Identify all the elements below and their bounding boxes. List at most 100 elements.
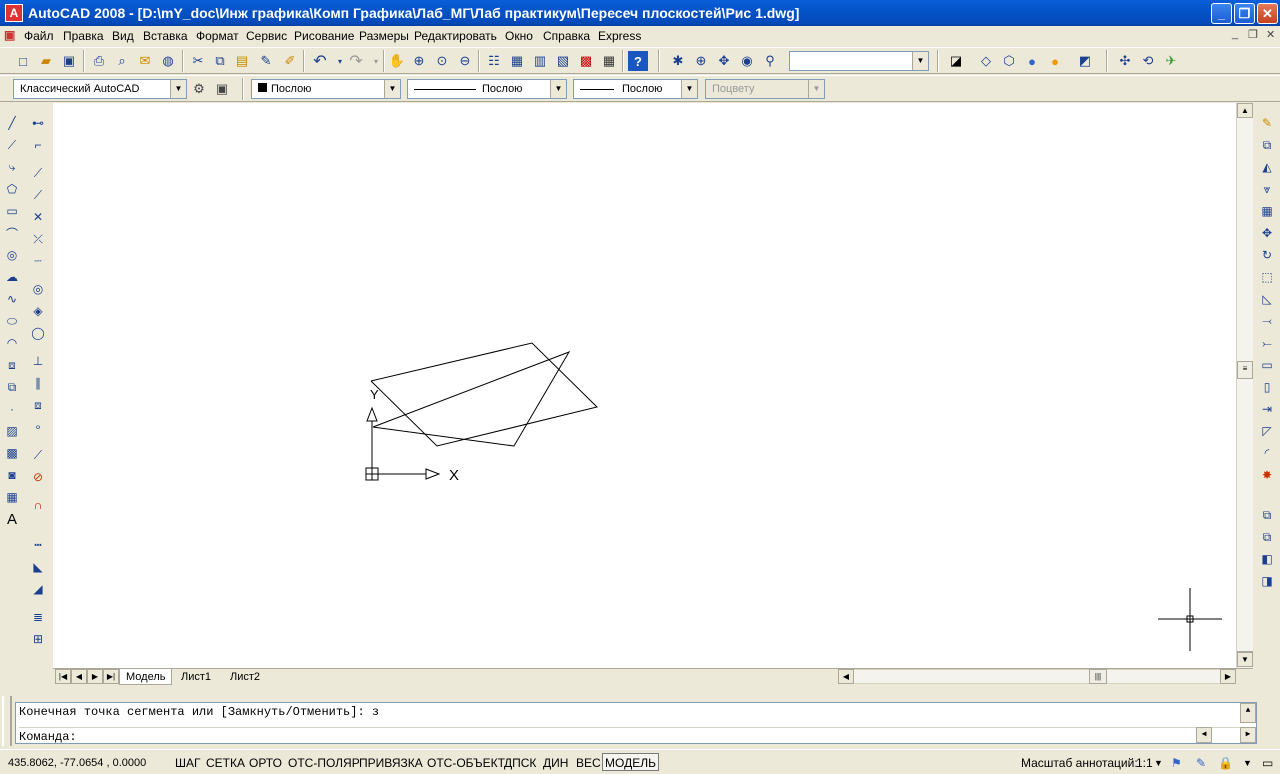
hatch-icon[interactable]: ▨ bbox=[2, 421, 22, 441]
menu-window[interactable]: Окно bbox=[505, 29, 533, 43]
array-icon[interactable]: ▦ bbox=[1257, 201, 1277, 221]
snap-center-icon[interactable]: ◎ bbox=[28, 279, 48, 299]
tab-first-icon[interactable]: |◀ bbox=[55, 669, 71, 684]
zoom-realtime-icon[interactable]: ⊕ bbox=[409, 51, 429, 71]
revision-cloud-icon[interactable]: ☁ bbox=[2, 267, 22, 287]
clean-screen-icon[interactable]: ▭ bbox=[1259, 753, 1276, 771]
scroll-down-corner-icon[interactable]: ▼ bbox=[1237, 652, 1253, 667]
paste-icon[interactable]: ▤ bbox=[232, 51, 252, 71]
walk-icon[interactable]: ⚲ bbox=[760, 51, 780, 71]
dim-baseline-icon[interactable]: ≣ bbox=[28, 607, 48, 627]
2d-wireframe-icon[interactable]: ◇ bbox=[976, 51, 996, 71]
doc-minimize-icon[interactable]: _ bbox=[1232, 28, 1238, 40]
tab-layout1[interactable]: Лист1 bbox=[175, 669, 217, 685]
copy-icon[interactable]: ⧉ bbox=[210, 51, 230, 71]
scroll-up-icon[interactable]: ▲ bbox=[1237, 103, 1253, 118]
plotstyle-combo[interactable]: Поцвету ▼ bbox=[705, 79, 825, 99]
ellipse-icon[interactable]: ⬭ bbox=[2, 311, 22, 331]
toggle-dyn[interactable]: ДИН bbox=[540, 753, 571, 771]
join-icon[interactable]: ⇥ bbox=[1257, 399, 1277, 419]
snap-tangent-icon[interactable]: ◯ bbox=[28, 323, 48, 343]
fillet-icon[interactable]: ◜ bbox=[1257, 443, 1277, 463]
workspace-combo[interactable]: Классический AutoCAD ▼ bbox=[13, 79, 187, 99]
workspace-settings-icon[interactable]: ⚙ bbox=[189, 79, 209, 99]
toggle-ortho[interactable]: ОРТО bbox=[246, 753, 285, 771]
move-icon[interactable]: ✥ bbox=[1257, 223, 1277, 243]
stretch-icon[interactable]: ◺ bbox=[1257, 289, 1277, 309]
menu-format[interactable]: Формат bbox=[196, 29, 239, 43]
scale-icon[interactable]: ⬚ bbox=[1257, 267, 1277, 287]
web-icon[interactable]: ◍ bbox=[158, 51, 178, 71]
restore-icon[interactable]: ❐ bbox=[1234, 3, 1255, 24]
command-scroll-right-icon[interactable]: ▶ bbox=[1240, 727, 1256, 743]
menu-help[interactable]: Справка bbox=[543, 29, 590, 43]
zoom-previous-icon[interactable]: ⊖ bbox=[455, 51, 475, 71]
multiline-text-icon[interactable]: A bbox=[2, 509, 22, 529]
menu-tools[interactable]: Сервис bbox=[246, 29, 287, 43]
status-menu-icon[interactable]: ▼ bbox=[1240, 753, 1255, 771]
tab-next-icon[interactable]: ▶ bbox=[87, 669, 103, 684]
menu-modify[interactable]: Редактировать bbox=[414, 29, 497, 43]
scroll-left-icon[interactable]: ◀ bbox=[838, 669, 854, 684]
send-under-icon[interactable]: ◨ bbox=[1257, 571, 1277, 591]
explode-icon[interactable]: ✸ bbox=[1257, 465, 1277, 485]
mirror-icon[interactable]: ◭ bbox=[1257, 157, 1277, 177]
snap-midpoint-icon[interactable]: ⟋ bbox=[28, 185, 48, 205]
menu-draw[interactable]: Рисование bbox=[294, 29, 354, 43]
3d-fly-icon[interactable]: ✈ bbox=[1161, 51, 1181, 71]
workspace-save-icon[interactable]: ▣ bbox=[212, 79, 232, 99]
break-icon[interactable]: ▯ bbox=[1257, 377, 1277, 397]
autocad-icon[interactable]: A bbox=[5, 4, 23, 22]
tab-model[interactable]: Модель bbox=[119, 669, 173, 685]
toolbar-lock-icon[interactable]: 🔒 bbox=[1215, 753, 1236, 771]
named-view-combo[interactable]: ▼ bbox=[789, 51, 929, 71]
named-views-icon[interactable]: ✱ bbox=[668, 51, 688, 71]
visual-styles-manager-icon[interactable]: ◩ bbox=[1075, 51, 1095, 71]
make-block-icon[interactable]: ⧉ bbox=[2, 377, 22, 397]
publish-icon[interactable]: ✉ bbox=[135, 51, 155, 71]
insert-block-icon[interactable]: ⧈ bbox=[2, 355, 22, 375]
command-window-grip[interactable] bbox=[2, 696, 12, 746]
snap-insert-icon[interactable]: ⧈ bbox=[28, 395, 48, 415]
offset-icon[interactable]: ⩔ bbox=[1257, 179, 1277, 199]
plot-preview-icon[interactable]: ⌕ bbox=[112, 51, 132, 71]
ellipse-arc-icon[interactable]: ◠ bbox=[2, 333, 22, 353]
3d-hidden-icon[interactable]: ⬡ bbox=[999, 51, 1019, 71]
3d-orbit-icon[interactable]: ⟲ bbox=[1138, 51, 1158, 71]
snap-intersection-icon[interactable]: ✕ bbox=[28, 207, 48, 227]
command-scroll-left-icon[interactable]: ◀ bbox=[1196, 727, 1212, 743]
sheet-set-icon[interactable]: ▧ bbox=[553, 51, 573, 71]
help-icon[interactable]: ? bbox=[628, 51, 648, 71]
coordinates-display[interactable]: 435.8062, -77.0654 , 0.0000 bbox=[5, 753, 170, 771]
snap-parallel-icon[interactable]: ∥ bbox=[28, 373, 48, 393]
dim-ordinate-icon[interactable]: ◢ bbox=[28, 579, 48, 599]
bring-to-front-icon[interactable]: ⧉ bbox=[1257, 505, 1277, 525]
scroll-right-icon[interactable]: ▶ bbox=[1220, 669, 1236, 684]
polygon-icon[interactable]: ⬠ bbox=[2, 179, 22, 199]
menu-edit[interactable]: Правка bbox=[63, 29, 104, 43]
camera-icon[interactable]: ◉ bbox=[737, 51, 757, 71]
menu-dimension[interactable]: Размеры bbox=[359, 29, 409, 43]
command-window[interactable]: Конечная точка сегмента или [Замкнуть/От… bbox=[15, 702, 1257, 744]
vertical-scrollbar[interactable]: ▲ ≡ ▼ bbox=[1236, 103, 1253, 668]
construction-line-icon[interactable]: ⟋ bbox=[2, 135, 22, 155]
toggle-osnap[interactable]: ПРИВЯЗКА bbox=[356, 753, 426, 771]
bring-above-icon[interactable]: ◧ bbox=[1257, 549, 1277, 569]
snap-nearest-icon[interactable]: ⟋ bbox=[28, 445, 48, 465]
dim-linear-icon[interactable]: ┅ bbox=[28, 535, 48, 555]
toggle-grid[interactable]: СЕТКА bbox=[203, 753, 248, 771]
break-at-point-icon[interactable]: ▭ bbox=[1257, 355, 1277, 375]
region-icon[interactable]: ◙ bbox=[2, 465, 22, 485]
annotation-scale-dropdown-icon[interactable]: ▼ bbox=[1151, 753, 1166, 771]
vertical-scroll-thumb[interactable]: ≡ bbox=[1237, 361, 1253, 379]
extend-icon[interactable]: ⤚ bbox=[1257, 333, 1277, 353]
calculator-icon[interactable]: ▦ bbox=[599, 51, 619, 71]
point-icon[interactable]: · bbox=[2, 399, 22, 419]
menu-view[interactable]: Вид bbox=[112, 29, 134, 43]
chamfer-icon[interactable]: ◸ bbox=[1257, 421, 1277, 441]
horizontal-scroll-thumb[interactable]: ||| bbox=[1089, 669, 1107, 684]
lineweight-combo[interactable]: Послою ▼ bbox=[573, 79, 698, 99]
temp-track-icon[interactable]: ⊷ bbox=[28, 113, 48, 133]
tab-prev-icon[interactable]: ◀ bbox=[71, 669, 87, 684]
close-icon[interactable]: ✕ bbox=[1257, 3, 1278, 24]
